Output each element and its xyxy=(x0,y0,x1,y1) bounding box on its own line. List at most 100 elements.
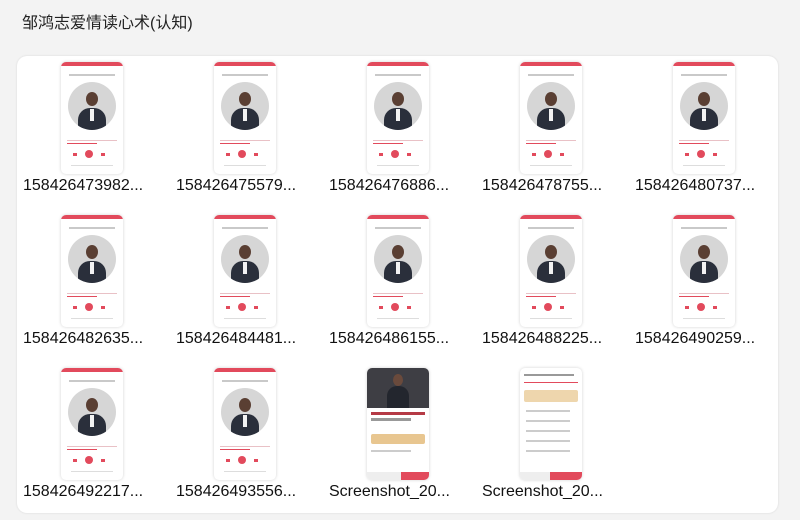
portrait-shirt xyxy=(90,415,94,427)
bottom-toolbar xyxy=(71,471,113,472)
file-tile[interactable]: 158426480737... xyxy=(631,58,776,198)
bottom-action-bar xyxy=(520,472,582,480)
bottom-toolbar xyxy=(224,165,266,166)
progress-track xyxy=(220,446,270,447)
file-tile[interactable]: 158426493556... xyxy=(172,364,317,504)
portrait-head xyxy=(86,398,98,412)
file-tile[interactable]: 158426488225... xyxy=(478,211,623,351)
file-tile[interactable]: Screenshot_20... xyxy=(325,364,470,504)
play-icon xyxy=(544,303,552,311)
track-title-line xyxy=(222,227,268,229)
next-icon xyxy=(101,306,105,309)
portrait-head xyxy=(86,92,98,106)
article-title-line xyxy=(371,412,425,415)
file-name: 158426482635... xyxy=(23,330,144,347)
portrait-avatar xyxy=(68,388,116,436)
track-title-line xyxy=(222,74,268,76)
file-tile[interactable]: Screenshot_20... xyxy=(478,364,623,504)
player-thumbnail xyxy=(61,62,123,174)
prev-icon xyxy=(532,306,536,309)
file-name: 158426476886... xyxy=(329,177,450,194)
portrait-shirt xyxy=(243,262,247,274)
bottom-toolbar xyxy=(530,318,572,319)
buy-button xyxy=(550,472,582,480)
portrait-head xyxy=(545,245,557,259)
portrait-shirt xyxy=(396,109,400,121)
file-tile[interactable]: 158426484481... xyxy=(172,211,317,351)
status-bar xyxy=(673,62,735,66)
status-bar xyxy=(673,215,735,219)
progress-track xyxy=(67,446,117,447)
file-tile[interactable]: 158426492217... xyxy=(19,364,164,504)
portrait-head xyxy=(545,92,557,106)
portrait-avatar xyxy=(680,235,728,283)
progress-track xyxy=(220,140,270,141)
track-title-line xyxy=(375,227,421,229)
portrait-avatar xyxy=(68,82,116,130)
player-thumbnail xyxy=(61,368,123,480)
bottom-toolbar xyxy=(224,318,266,319)
portrait-shirt xyxy=(396,262,400,274)
photo-head xyxy=(393,374,403,386)
file-tile[interactable]: 158426490259... xyxy=(631,211,776,351)
track-title-line xyxy=(528,74,574,76)
catalog-row xyxy=(526,430,570,432)
next-icon xyxy=(254,153,258,156)
status-bar xyxy=(61,368,123,372)
player-thumbnail xyxy=(214,368,276,480)
progress-fill xyxy=(679,296,709,297)
file-tile[interactable]: 158426482635... xyxy=(19,211,164,351)
portrait-avatar xyxy=(68,235,116,283)
file-tile[interactable]: 158426475579... xyxy=(172,58,317,198)
file-tile[interactable]: 158426486155... xyxy=(325,211,470,351)
prev-icon xyxy=(685,153,689,156)
file-name: 158426490259... xyxy=(635,330,756,347)
file-name: 158426475579... xyxy=(176,177,297,194)
progress-fill xyxy=(220,449,250,450)
bottom-toolbar xyxy=(377,165,419,166)
bottom-toolbar xyxy=(377,318,419,319)
progress-track xyxy=(220,293,270,294)
file-name: Screenshot_20... xyxy=(329,483,450,500)
portrait-head xyxy=(239,245,251,259)
portrait-head xyxy=(698,245,710,259)
status-bar xyxy=(61,62,123,66)
player-thumbnail xyxy=(520,215,582,327)
file-name: 158426488225... xyxy=(482,330,603,347)
file-tile[interactable]: 158426473982... xyxy=(19,58,164,198)
status-bar xyxy=(367,215,429,219)
next-icon xyxy=(713,153,717,156)
article-thumbnail xyxy=(367,368,429,480)
progress-fill xyxy=(67,143,97,144)
photo-grid: 158426473982... 158426475579... 1584264768… xyxy=(17,56,778,513)
track-title-line xyxy=(375,74,421,76)
bottom-action-bar xyxy=(367,472,429,480)
portrait-shirt xyxy=(90,109,94,121)
article-text-line xyxy=(371,450,411,452)
portrait-head xyxy=(239,398,251,412)
progress-track xyxy=(679,293,729,294)
next-icon xyxy=(407,153,411,156)
track-title-line xyxy=(681,74,727,76)
portrait-shirt xyxy=(243,415,247,427)
photo-grid-panel: 158426473982... 158426475579... 1584264768… xyxy=(17,56,778,513)
play-icon xyxy=(238,150,246,158)
next-icon xyxy=(101,153,105,156)
portrait-shirt xyxy=(702,262,706,274)
file-tile[interactable]: 158426478755... xyxy=(478,58,623,198)
catalog-thumbnail xyxy=(520,368,582,480)
progress-fill xyxy=(220,143,250,144)
player-thumbnail xyxy=(673,62,735,174)
catalog-header-line xyxy=(524,374,574,376)
file-tile[interactable]: 158426476886... xyxy=(325,58,470,198)
status-bar xyxy=(214,62,276,66)
progress-fill xyxy=(526,296,556,297)
player-thumbnail xyxy=(61,215,123,327)
bottom-toolbar xyxy=(683,165,725,166)
portrait-avatar xyxy=(680,82,728,130)
portrait-head xyxy=(239,92,251,106)
file-name: 158426473982... xyxy=(23,177,144,194)
play-icon xyxy=(238,303,246,311)
player-thumbnail xyxy=(367,62,429,174)
track-title-line xyxy=(222,380,268,382)
